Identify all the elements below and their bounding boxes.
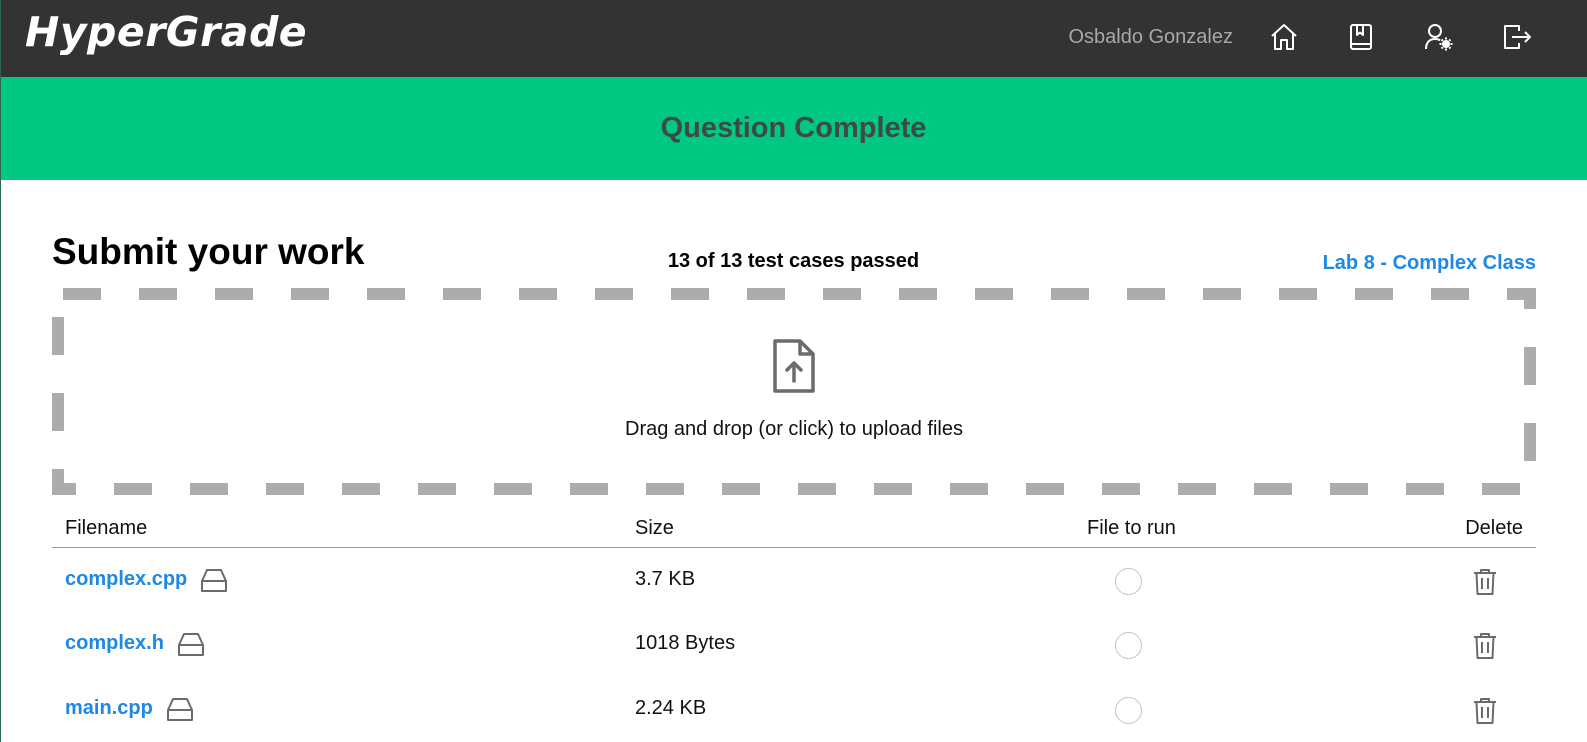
status-banner: Question Complete (0, 77, 1587, 180)
lab-link[interactable]: Lab 8 - Complex Class (1323, 252, 1536, 275)
banner-title: Question Complete (660, 112, 927, 144)
file-link[interactable]: complex.cpp (65, 568, 187, 591)
file-link[interactable]: main.cpp (65, 697, 153, 720)
drive-icon[interactable] (166, 697, 194, 723)
dropzone-label: Drag and drop (or click) to upload files (625, 418, 963, 440)
column-filename: Filename (65, 517, 148, 539)
top-navbar: HyperGrade Osbaldo Gonzalez (0, 0, 1587, 77)
table-row: complex.h 1018 Bytes (52, 613, 1536, 678)
drive-icon[interactable] (200, 568, 228, 594)
table-row: main.cpp 2.24 KB (52, 678, 1536, 742)
left-edge-rule (0, 0, 1, 742)
table-header: Filename Size File to run Delete (52, 514, 1536, 548)
trash-icon[interactable] (1472, 697, 1498, 725)
hypergrade-logo[interactable]: HyperGrade (25, 8, 307, 56)
file-size: 2.24 KB (635, 697, 707, 719)
column-delete: Delete (1465, 517, 1523, 539)
book-icon[interactable] (1346, 22, 1376, 52)
trash-icon[interactable] (1472, 568, 1498, 596)
user-settings-icon[interactable] (1424, 22, 1454, 52)
file-size: 1018 Bytes (635, 632, 736, 654)
table-row: complex.cpp 3.7 KB (52, 548, 1536, 613)
column-size: Size (635, 517, 674, 539)
user-name: Osbaldo Gonzalez (1068, 26, 1233, 48)
home-icon[interactable] (1269, 22, 1299, 52)
upload-dropzone[interactable]: Drag and drop (or click) to upload files (52, 288, 1536, 495)
file-link[interactable]: complex.h (65, 632, 164, 655)
trash-icon[interactable] (1472, 632, 1498, 660)
file-to-run-radio[interactable] (1115, 632, 1142, 659)
file-to-run-radio[interactable] (1115, 697, 1142, 724)
drive-icon[interactable] (177, 632, 205, 658)
logout-icon[interactable] (1502, 22, 1532, 52)
column-file-to-run: File to run (1087, 517, 1176, 539)
upload-file-icon (770, 338, 818, 394)
file-to-run-radio[interactable] (1115, 568, 1142, 595)
files-table: Filename Size File to run Delete complex… (52, 514, 1536, 742)
file-size: 3.7 KB (635, 568, 696, 590)
